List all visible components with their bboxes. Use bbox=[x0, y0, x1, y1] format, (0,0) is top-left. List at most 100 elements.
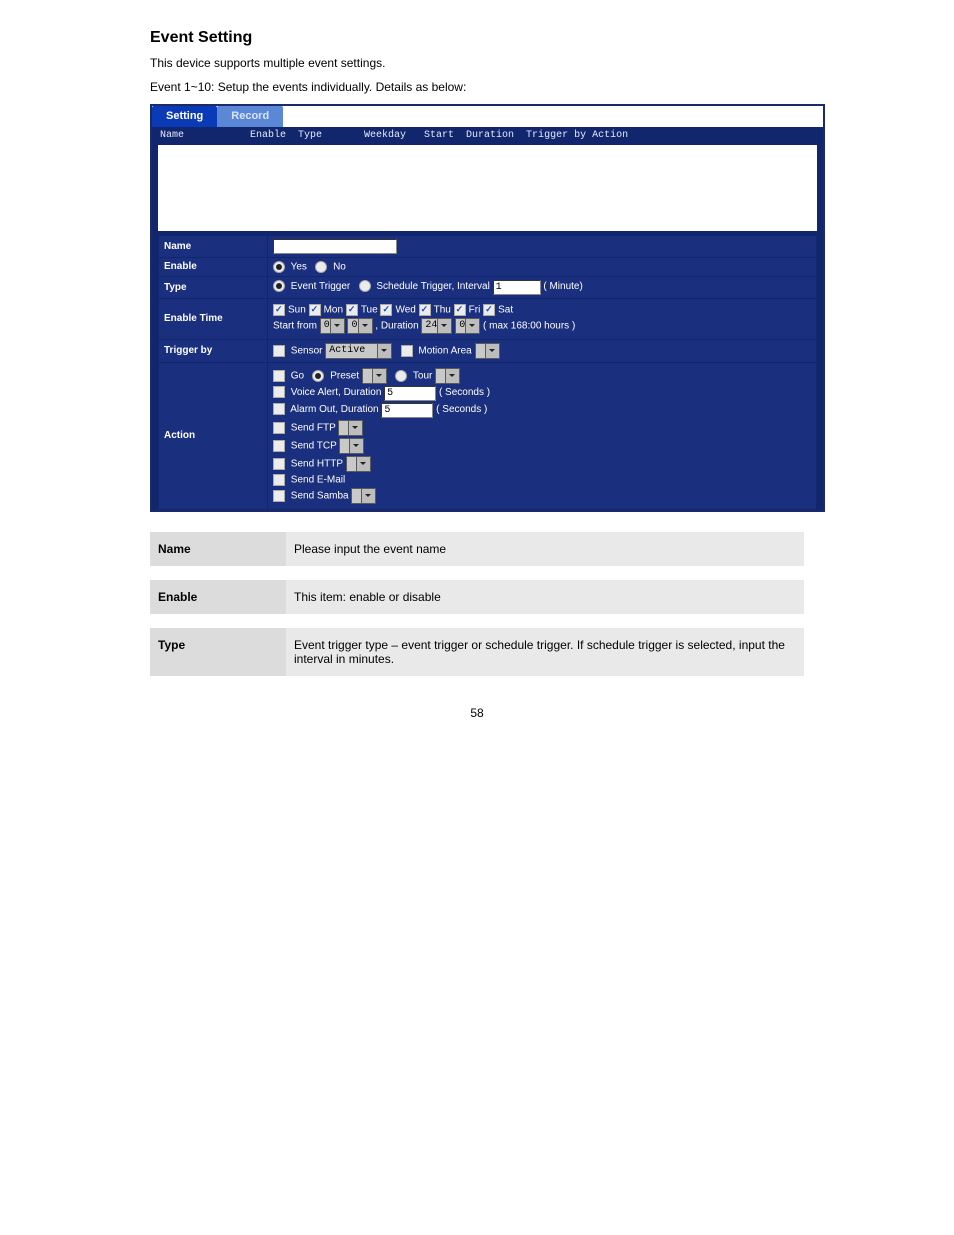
chevron-down-icon bbox=[372, 369, 386, 383]
tab-bar: Setting Record bbox=[152, 106, 823, 127]
def-enable: Enable This item: enable or disable bbox=[150, 580, 804, 614]
motion-area-label: Motion Area bbox=[418, 346, 471, 357]
chevron-down-icon bbox=[348, 421, 362, 435]
type-event-text: Event Trigger bbox=[291, 281, 350, 292]
http-select[interactable] bbox=[346, 456, 371, 472]
event-list[interactable] bbox=[158, 145, 817, 231]
preset-radio[interactable] bbox=[312, 370, 324, 382]
voice-alert-label: Voice Alert, Duration bbox=[291, 387, 382, 398]
chevron-down-icon bbox=[349, 439, 363, 453]
go-checkbox[interactable] bbox=[273, 370, 285, 382]
duration-hour-select[interactable]: 24 bbox=[421, 318, 452, 334]
day-thu: Thu bbox=[434, 305, 451, 316]
chevron-down-icon bbox=[465, 319, 479, 333]
send-samba-label: Send Samba bbox=[291, 491, 349, 502]
day-sat-checkbox[interactable]: ✓ bbox=[483, 304, 495, 316]
duration-label: , Duration bbox=[375, 321, 418, 332]
def-type-k: Type bbox=[150, 628, 286, 676]
motion-area-select[interactable] bbox=[475, 343, 500, 359]
chevron-down-icon bbox=[445, 369, 459, 383]
alarm-out-label: Alarm Out, Duration bbox=[290, 404, 378, 415]
send-http-checkbox[interactable] bbox=[273, 458, 285, 470]
page-number: 58 bbox=[150, 706, 804, 720]
enable-no-radio[interactable] bbox=[315, 261, 327, 273]
start-from-label: Start from bbox=[273, 321, 317, 332]
day-wed: Wed bbox=[395, 305, 415, 316]
ftp-select[interactable] bbox=[338, 420, 363, 436]
row-name-label: Name bbox=[159, 236, 267, 257]
type-schedule-text: Schedule Trigger, Interval bbox=[376, 281, 489, 292]
chevron-down-icon bbox=[356, 457, 370, 471]
day-mon-checkbox[interactable]: ✓ bbox=[309, 304, 321, 316]
column-header: Name Enable Type Weekday Start Duration … bbox=[152, 127, 823, 143]
start-hour-select[interactable]: 0 bbox=[320, 318, 345, 334]
row-trigger-label: Trigger by bbox=[159, 340, 267, 362]
day-sun: Sun bbox=[288, 305, 306, 316]
sensor-state-select[interactable]: Active bbox=[325, 343, 392, 359]
chevron-down-icon bbox=[361, 489, 375, 503]
tour-label: Tour bbox=[413, 371, 432, 382]
max-hours-text: ( max 168:00 hours ) bbox=[483, 321, 575, 332]
day-fri-checkbox[interactable]: ✓ bbox=[454, 304, 466, 316]
name-input[interactable] bbox=[273, 239, 397, 254]
send-email-checkbox[interactable] bbox=[273, 474, 285, 486]
day-tue: Tue bbox=[361, 305, 378, 316]
sensor-label: Sensor bbox=[291, 346, 323, 357]
duration-minute-select[interactable]: 0 bbox=[455, 318, 480, 334]
send-ftp-checkbox[interactable] bbox=[273, 422, 285, 434]
send-ftp-label: Send FTP bbox=[291, 423, 336, 434]
tab-setting[interactable]: Setting bbox=[152, 106, 217, 127]
enable-yes-text: Yes bbox=[291, 262, 307, 273]
def-type: Type Event trigger type – event trigger … bbox=[150, 628, 804, 676]
voice-alert-checkbox[interactable] bbox=[273, 386, 285, 398]
send-http-label: Send HTTP bbox=[291, 459, 343, 470]
alarm-unit: ( Seconds ) bbox=[436, 404, 487, 415]
tcp-select[interactable] bbox=[339, 438, 364, 454]
alarm-out-checkbox[interactable] bbox=[273, 403, 285, 415]
def-name: Name Please input the event name bbox=[150, 532, 804, 566]
motion-area-checkbox[interactable] bbox=[401, 345, 413, 357]
interval-input[interactable] bbox=[493, 280, 541, 295]
voice-unit: ( Seconds ) bbox=[439, 387, 490, 398]
day-mon: Mon bbox=[324, 305, 343, 316]
go-label: Go bbox=[291, 371, 304, 382]
samba-select[interactable] bbox=[351, 488, 376, 504]
enable-yes-radio[interactable] bbox=[273, 261, 285, 273]
sensor-checkbox[interactable] bbox=[273, 345, 285, 357]
intro-p2: Event 1~10: Setup the events individuall… bbox=[150, 79, 804, 96]
send-tcp-checkbox[interactable] bbox=[273, 440, 285, 452]
weekday-row: ✓Sun ✓Mon ✓Tue ✓Wed ✓Thu ✓Fri ✓Sat bbox=[273, 304, 811, 316]
chevron-down-icon bbox=[485, 344, 499, 358]
chevron-down-icon bbox=[437, 319, 451, 333]
row-enable-label: Enable bbox=[159, 258, 267, 276]
row-type-label: Type bbox=[159, 277, 267, 298]
alarm-duration-input[interactable] bbox=[381, 403, 433, 418]
intro-p1: This device supports multiple event sett… bbox=[150, 55, 804, 72]
day-thu-checkbox[interactable]: ✓ bbox=[419, 304, 431, 316]
type-schedule-radio[interactable] bbox=[359, 280, 371, 292]
chevron-down-icon bbox=[358, 319, 372, 333]
day-tue-checkbox[interactable]: ✓ bbox=[346, 304, 358, 316]
preset-label: Preset bbox=[330, 371, 359, 382]
day-fri: Fri bbox=[469, 305, 481, 316]
event-setting-panel: Setting Record Name Enable Type Weekday … bbox=[150, 104, 825, 512]
send-email-label: Send E-Mail bbox=[291, 475, 345, 486]
day-wed-checkbox[interactable]: ✓ bbox=[380, 304, 392, 316]
tab-record[interactable]: Record bbox=[217, 106, 283, 127]
send-samba-checkbox[interactable] bbox=[273, 490, 285, 502]
start-minute-select[interactable]: 0 bbox=[347, 318, 372, 334]
voice-duration-input[interactable] bbox=[384, 386, 436, 401]
type-event-radio[interactable] bbox=[273, 280, 285, 292]
preset-select[interactable] bbox=[362, 368, 387, 384]
chevron-down-icon bbox=[377, 344, 391, 358]
row-enabletime-label: Enable Time bbox=[159, 299, 267, 339]
section-heading: Event Setting bbox=[150, 26, 804, 49]
def-name-v: Please input the event name bbox=[286, 532, 804, 566]
def-enable-v: This item: enable or disable bbox=[286, 580, 804, 614]
send-tcp-label: Send TCP bbox=[291, 441, 337, 452]
tour-select[interactable] bbox=[435, 368, 460, 384]
chevron-down-icon bbox=[330, 319, 344, 333]
tour-radio[interactable] bbox=[395, 370, 407, 382]
enable-no-text: No bbox=[333, 262, 346, 273]
day-sun-checkbox[interactable]: ✓ bbox=[273, 304, 285, 316]
